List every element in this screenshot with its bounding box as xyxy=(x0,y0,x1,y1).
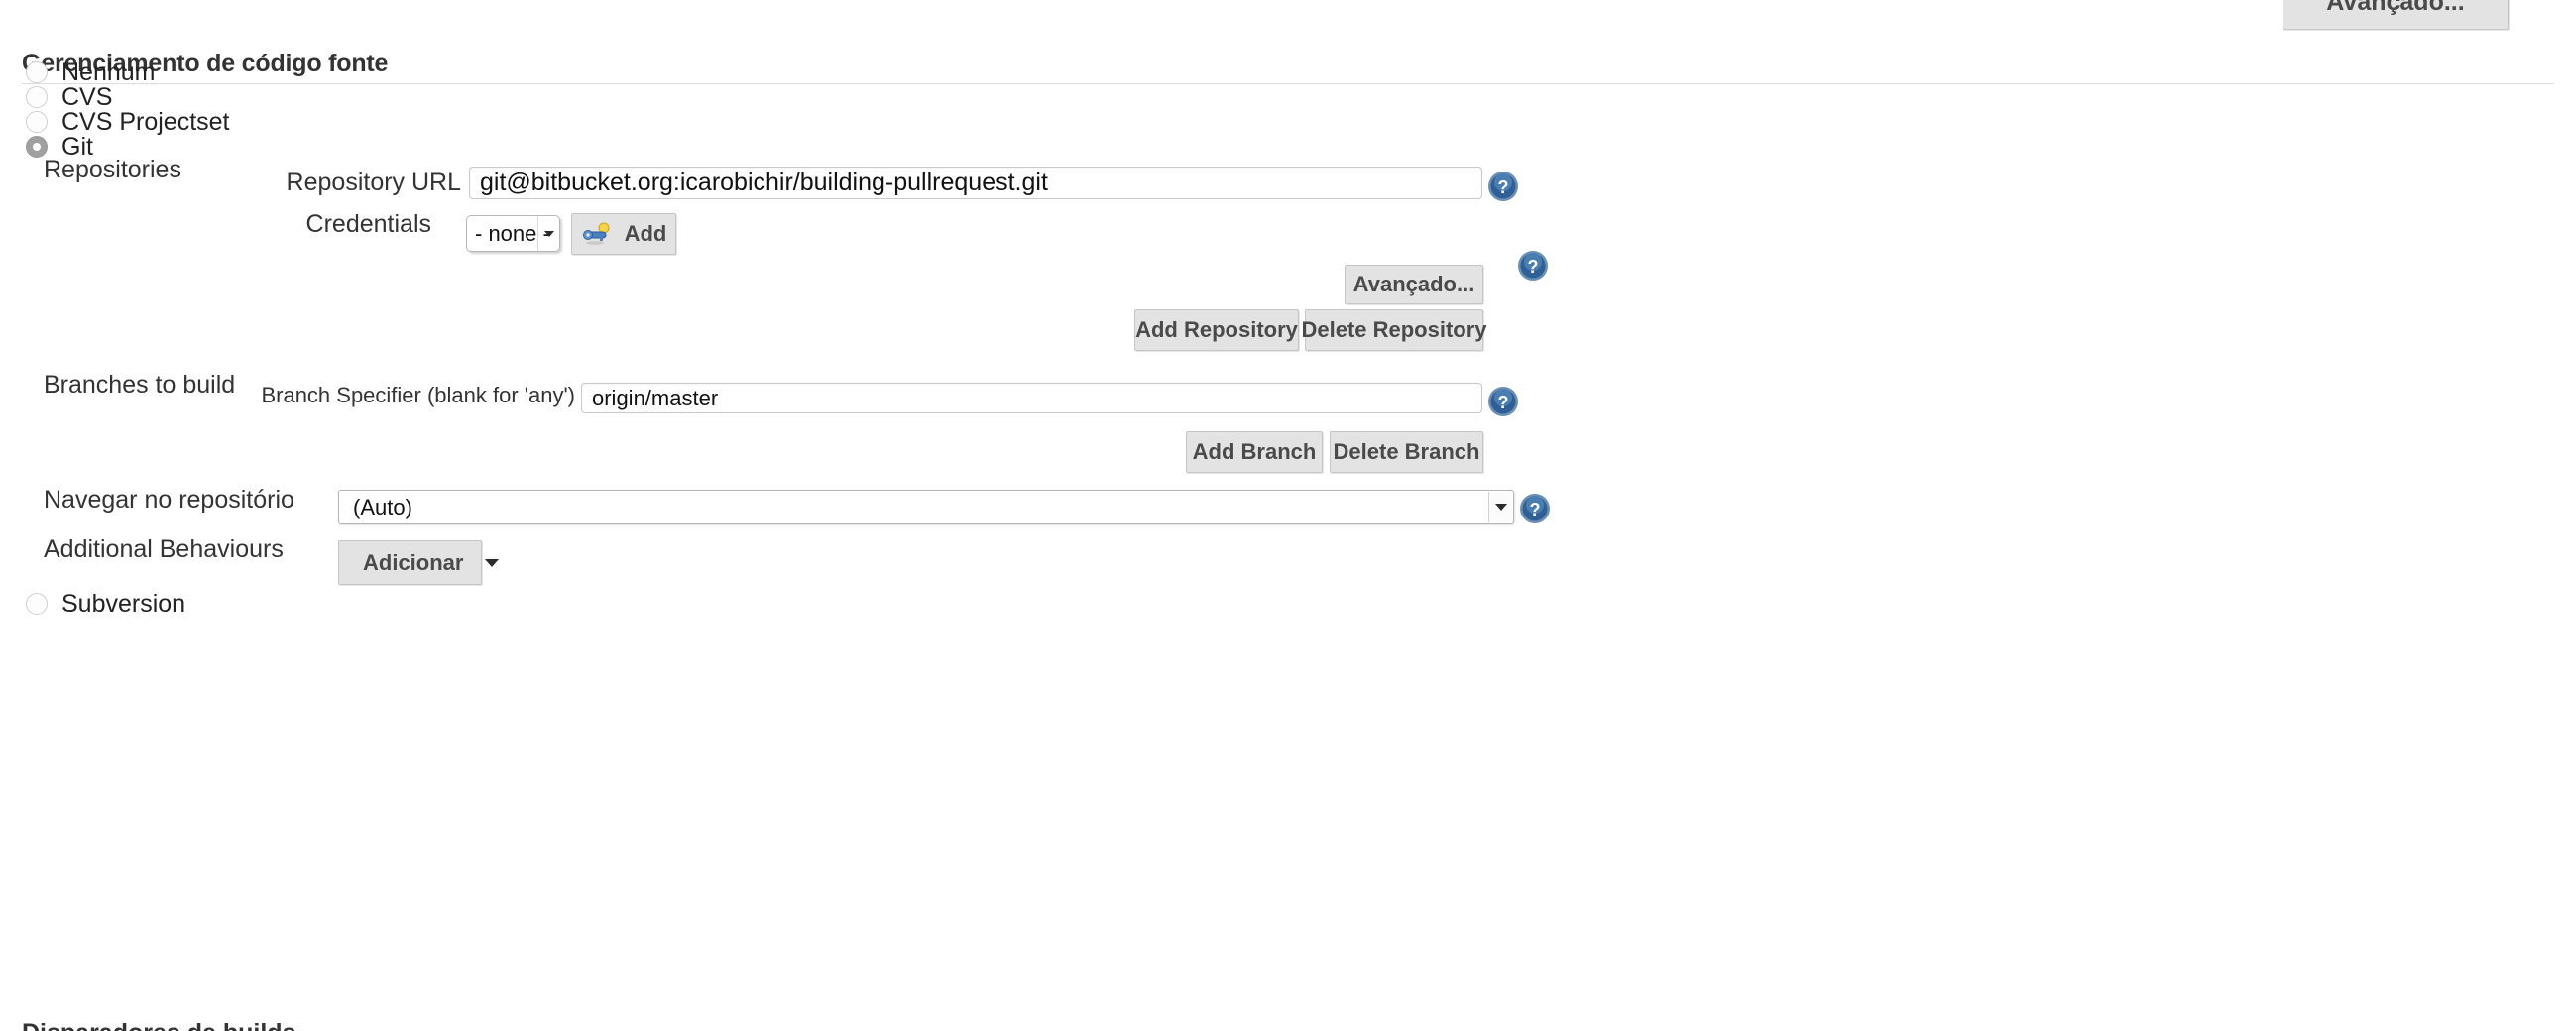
delete-repository-button[interactable]: Delete Repository xyxy=(1301,309,1487,351)
help-icon[interactable]: ? xyxy=(1487,386,1519,417)
scm-option-label: Nenhum xyxy=(61,57,156,86)
repository-url-label: Repository URL xyxy=(286,169,461,196)
radio-cvs-icon[interactable] xyxy=(26,86,48,108)
advanced-button-top-partial[interactable]: Avançado... xyxy=(2283,0,2509,30)
add-credentials-button[interactable]: Add xyxy=(571,213,676,255)
add-credentials-label: Add xyxy=(624,221,667,246)
radio-cvs-projectset-icon[interactable] xyxy=(26,111,48,133)
radio-nenhum-icon[interactable] xyxy=(26,61,48,83)
next-section-title-partial: Disparadores de builds xyxy=(22,1019,295,1031)
credentials-label: Credentials xyxy=(305,210,431,238)
help-icon[interactable]: ? xyxy=(1517,250,1549,282)
scm-option-label: CVS xyxy=(61,82,113,111)
help-icon[interactable]: ? xyxy=(1487,171,1519,202)
svg-text:?: ? xyxy=(1528,257,1539,277)
branch-specifier-label: Branch Specifier (blank for 'any') xyxy=(261,383,575,407)
add-behaviour-label: Adicionar xyxy=(363,549,464,575)
repository-browser-select[interactable]: (Auto) xyxy=(338,490,1514,524)
advanced-button[interactable]: Avançado... xyxy=(1345,265,1483,304)
svg-text:?: ? xyxy=(1530,500,1541,519)
branches-to-build-label: Branches to build xyxy=(44,371,236,399)
add-behaviour-dropdown-button[interactable]: Adicionar xyxy=(338,540,500,585)
chevron-down-icon xyxy=(485,558,500,567)
add-repository-button[interactable]: Add Repository xyxy=(1134,309,1299,351)
scm-configuration-page: Avançado... Gerenciamento de código font… xyxy=(0,0,2576,1031)
section-divider xyxy=(22,83,2554,84)
repository-url-value: git@bitbucket.org:icarobichir/building-p… xyxy=(480,169,1048,196)
scm-option-label: CVS Projectset xyxy=(61,107,230,136)
add-branch-button[interactable]: Add Branch xyxy=(1186,431,1323,473)
repository-browser-label: Navegar no repositório xyxy=(44,486,294,514)
scm-option-label: Subversion xyxy=(61,589,186,618)
help-icon[interactable]: ? xyxy=(1519,493,1551,524)
scm-option-subversion[interactable]: Subversion xyxy=(26,589,185,619)
svg-text:?: ? xyxy=(1498,177,1509,197)
svg-text:?: ? xyxy=(1498,393,1509,412)
chevron-down-icon[interactable] xyxy=(1488,492,1512,522)
repository-url-input[interactable]: git@bitbucket.org:icarobichir/building-p… xyxy=(469,167,1482,199)
repositories-label: Repositories xyxy=(44,156,181,183)
branch-specifier-input[interactable]: origin/master xyxy=(581,383,1482,413)
radio-subversion-icon[interactable] xyxy=(26,593,48,615)
delete-branch-button[interactable]: Delete Branch xyxy=(1330,431,1483,473)
credentials-select[interactable]: - none - xyxy=(466,215,560,252)
branch-specifier-value: origin/master xyxy=(592,385,719,410)
key-icon xyxy=(582,222,610,245)
radio-git-icon[interactable] xyxy=(26,136,48,158)
chevron-down-icon[interactable] xyxy=(537,216,559,251)
repository-browser-value: (Auto) xyxy=(353,494,412,519)
additional-behaviours-label: Additional Behaviours xyxy=(44,535,284,563)
